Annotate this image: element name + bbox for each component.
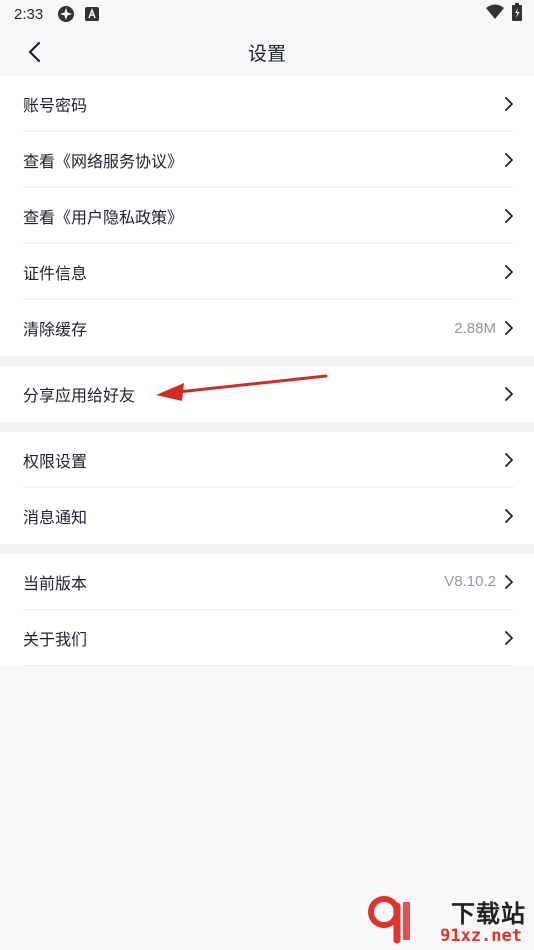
keyboard-notification-icon <box>85 7 100 21</box>
watermark-domain: 91xz.net <box>440 926 522 946</box>
watermark-title: 下载站 <box>451 900 526 928</box>
settings-item-share-app[interactable]: 分享应用给好友 <box>23 366 514 422</box>
chevron-left-icon <box>28 41 41 63</box>
settings-item-current-version[interactable]: 当前版本 V8.10.2 <box>23 554 514 610</box>
settings-group-share: 分享应用给好友 <box>0 366 534 422</box>
version-value: V8.10.2 <box>444 573 496 590</box>
settings-item-label: 查看《用户隐私政策》 <box>23 207 184 227</box>
settings-item-clear-cache[interactable]: 清除缓存 2.88M <box>23 300 514 356</box>
battery-icon <box>512 3 522 25</box>
settings-item-permission-settings[interactable]: 权限设置 <box>23 432 514 488</box>
settings-item-service-agreement[interactable]: 查看《网络服务协议》 <box>23 132 514 188</box>
settings-item-label: 查看《网络服务协议》 <box>23 151 184 171</box>
section-divider <box>0 356 534 366</box>
chevron-right-icon <box>500 630 514 646</box>
settings-item-label: 权限设置 <box>23 451 88 471</box>
settings-item-account-password[interactable]: 账号密码 <box>23 76 514 132</box>
settings-item-privacy-policy[interactable]: 查看《用户隐私政策》 <box>23 188 514 244</box>
settings-item-label: 清除缓存 <box>23 320 88 339</box>
settings-item-label: 当前版本 <box>23 573 88 593</box>
settings-item-certificate-info[interactable]: 证件信息 <box>23 244 514 300</box>
chevron-right-icon <box>500 264 514 280</box>
page-title: 设置 <box>247 42 286 65</box>
back-button[interactable] <box>22 40 46 64</box>
cache-size-value: 2.88M <box>454 319 496 337</box>
watermark-logo: 下载站 91xz.net <box>368 894 528 946</box>
chevron-right-icon <box>500 208 514 224</box>
wifi-icon <box>486 4 504 24</box>
settings-item-notifications[interactable]: 消息通知 <box>23 488 514 544</box>
chevron-right-icon <box>500 508 514 524</box>
status-time: 2:33 <box>14 5 44 23</box>
chevron-right-icon <box>500 574 514 590</box>
settings-item-label: 账号密码 <box>23 95 88 115</box>
app-notification-icon <box>57 5 75 23</box>
section-divider <box>0 422 534 432</box>
settings-group-permissions: 权限设置 消息通知 <box>0 432 534 544</box>
chevron-right-icon <box>500 96 514 112</box>
status-bar: 2:33 <box>0 0 534 28</box>
settings-item-label: 关于我们 <box>23 629 88 649</box>
section-divider <box>0 544 534 554</box>
chevron-right-icon <box>500 152 514 168</box>
settings-item-label: 证件信息 <box>23 263 88 283</box>
chevron-right-icon <box>500 386 514 402</box>
brand-logo-icon <box>368 896 410 944</box>
settings-group-account: 账号密码 查看《网络服务协议》 查看《用户隐私政策》 证件信息 清除缓存 2.8… <box>0 76 534 356</box>
chevron-right-icon <box>500 320 514 336</box>
settings-item-about-us[interactable]: 关于我们 <box>23 610 514 666</box>
settings-item-label: 消息通知 <box>23 508 88 527</box>
settings-group-about: 当前版本 V8.10.2 关于我们 <box>0 554 534 666</box>
settings-item-label: 分享应用给好友 <box>23 386 136 405</box>
chevron-right-icon <box>500 452 514 468</box>
top-nav-bar: 设置 <box>0 28 534 76</box>
